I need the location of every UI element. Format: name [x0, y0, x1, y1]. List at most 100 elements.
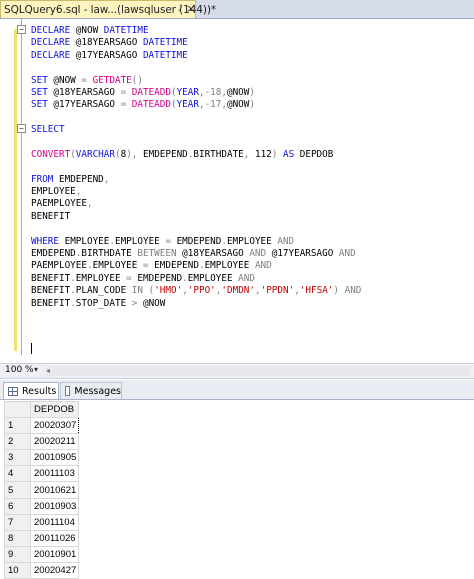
results-grid[interactable]: DEPDOB 1 20020307 2 20020211 3 20010905 4 20011…: [4, 400, 79, 579]
code-token: WHERE: [31, 235, 65, 247]
code-line[interactable]: EMDEPEND.BIRTHDATE BETWEEN @18YEARSAGO A…: [31, 248, 361, 260]
results-tab-strip: Results Messages: [0, 380, 474, 400]
zoom-level[interactable]: 100 %: [5, 365, 34, 375]
table-row[interactable]: 9 20010901: [4, 545, 79, 563]
code-line[interactable]: WHERE EMPLOYEE.EMPLOYEE = EMDEPEND.EMPLO…: [31, 236, 361, 248]
collapse-toggle-icon[interactable]: −: [17, 124, 26, 133]
code-line[interactable]: BENEFIT.EMPLOYEE = EMDEPEND.EMPLOYEE AND: [31, 273, 361, 285]
code-token: SET: [31, 99, 54, 111]
row-number[interactable]: 10: [4, 561, 31, 579]
row-number[interactable]: 2: [4, 433, 31, 451]
code-line[interactable]: SELECT: [31, 124, 361, 136]
tab-messages[interactable]: Messages: [60, 382, 122, 399]
code-line[interactable]: DECLARE @17YEARSAGO DATETIME: [31, 50, 361, 62]
cell-depdob[interactable]: 20010905: [30, 449, 79, 467]
pin-icon[interactable]: ⭜: [175, 3, 185, 15]
zoom-dropdown-icon[interactable]: ▾: [34, 365, 38, 374]
zoom-bar: 100 % ▾ ◂: [0, 363, 474, 379]
table-row[interactable]: 10 20020427: [4, 561, 79, 579]
code-line[interactable]: PAEMPLOYEE,: [31, 198, 361, 210]
cell-depdob[interactable]: 20011026: [30, 529, 79, 547]
code-line[interactable]: ​: [31, 62, 361, 74]
code-token: EMDEPEND: [176, 235, 222, 247]
cell-depdob[interactable]: 20020211: [30, 433, 79, 451]
query-editor[interactable]: − − DECLARE @NOW DATETIME DECLARE @18YEAR…: [0, 19, 474, 363]
code-token: EMPLOYEE: [226, 235, 278, 247]
row-number[interactable]: 7: [4, 513, 31, 531]
sql-code[interactable]: DECLARE @NOW DATETIME DECLARE @18YEARSAGO…: [31, 25, 361, 310]
code-line[interactable]: ​: [31, 161, 361, 173]
code-token: =: [81, 74, 93, 86]
code-line[interactable]: ​: [31, 137, 361, 149]
table-row[interactable]: 5 20010621: [4, 481, 79, 499]
change-tracking-bar: [14, 29, 17, 351]
code-line[interactable]: EMPLOYEE,: [31, 186, 361, 198]
code-token: @17YEARSAGO: [53, 99, 121, 111]
cell-depdob[interactable]: 20020427: [30, 561, 79, 579]
close-tab-icon[interactable]: ×: [186, 2, 196, 16]
code-line[interactable]: BENEFIT.PLAN_CODE IN ('HMO','PPO','DMDN'…: [31, 285, 361, 297]
row-number[interactable]: 1: [4, 417, 31, 435]
code-token: ,: [75, 186, 82, 198]
row-number[interactable]: 9: [4, 545, 31, 563]
results-table: DEPDOB 1 20020307 2 20020211 3 20010905 4 20011…: [4, 400, 79, 579]
row-number[interactable]: 6: [4, 497, 31, 515]
code-token: ,: [243, 148, 255, 160]
code-token: EMPLOYEE: [64, 235, 110, 247]
table-row[interactable]: 4 20011103: [4, 465, 79, 483]
tab-messages-label: Messages: [74, 385, 121, 397]
code-token: ): [249, 99, 255, 111]
code-token: @18YEARSAGO: [182, 248, 250, 260]
cell-depdob[interactable]: 20020307: [30, 417, 79, 435]
table-row[interactable]: 1 20020307: [4, 417, 79, 435]
cell-depdob[interactable]: 20010621: [30, 481, 79, 499]
code-line[interactable]: BENEFIT: [31, 211, 361, 223]
text-caret: [31, 343, 32, 354]
table-row[interactable]: 2 20020211: [4, 433, 79, 451]
code-token: @NOW: [226, 99, 250, 111]
cell-depdob[interactable]: 20010903: [30, 497, 79, 515]
code-line[interactable]: SET @17YEARSAGO = DATEADD(YEAR,-17,@NOW): [31, 99, 361, 111]
code-token: @17YEARSAGO: [271, 248, 339, 260]
row-number[interactable]: 8: [4, 529, 31, 547]
grid-corner-cell[interactable]: [4, 400, 31, 419]
code-token: PLAN_CODE: [75, 285, 132, 297]
row-number[interactable]: 4: [4, 465, 31, 483]
query-tab[interactable]: SQLQuery6.sql - law...(lawsqluser (144))…: [0, 0, 216, 18]
code-token: =: [142, 260, 155, 272]
tab-results[interactable]: Results: [3, 382, 59, 399]
code-token: EMPLOYEE: [187, 272, 239, 284]
cell-depdob[interactable]: 20010901: [30, 545, 79, 563]
table-row[interactable]: 8 20011026: [4, 529, 79, 547]
code-line[interactable]: BENEFIT.STOP_DATE > @NOW: [31, 298, 361, 310]
code-line[interactable]: ​: [31, 223, 361, 235]
code-line[interactable]: PAEMPLOYEE.EMPLOYEE = EMDEPEND.EMPLOYEE …: [31, 260, 361, 272]
table-row[interactable]: 6 20010903: [4, 497, 79, 515]
horizontal-scrollbar[interactable]: [46, 366, 470, 376]
scroll-left-icon[interactable]: ◂: [46, 366, 50, 375]
code-token: EMPLOYEE: [31, 186, 76, 198]
code-token: GETDATE: [92, 74, 132, 86]
code-token: 'DMDN': [221, 285, 255, 297]
code-line[interactable]: SET @18YEARSAGO = DATEADD(YEAR,-18,@NOW): [31, 87, 361, 99]
table-row[interactable]: 3 20010905: [4, 449, 79, 467]
grid-body: 1 20020307 2 20020211 3 20010905 4 20011103 5 200…: [4, 417, 79, 579]
code-line[interactable]: ​: [31, 112, 361, 124]
code-line[interactable]: DECLARE @18YEARSAGO DATETIME: [31, 37, 361, 49]
code-line[interactable]: DECLARE @NOW DATETIME: [31, 25, 361, 37]
code-line[interactable]: SET @NOW = GETDATE(): [31, 75, 361, 87]
code-line[interactable]: CONVERT(VARCHAR(8), EMDEPEND.BIRTHDATE, …: [31, 149, 361, 161]
code-token: 'HMO': [154, 285, 183, 297]
code-line[interactable]: FROM EMDEPEND,: [31, 174, 361, 186]
code-token: ): [271, 148, 283, 160]
code-token: EMDEPEND: [143, 148, 188, 160]
cell-depdob[interactable]: 20011104: [30, 513, 79, 531]
table-row[interactable]: 7 20011104: [4, 513, 79, 531]
cell-depdob[interactable]: 20011103: [30, 465, 79, 483]
row-number[interactable]: 3: [4, 449, 31, 467]
row-number[interactable]: 5: [4, 481, 31, 499]
code-token: @NOW: [226, 86, 250, 98]
collapse-toggle-icon[interactable]: −: [17, 25, 26, 34]
code-token: VARCHAR: [75, 148, 115, 160]
column-header-depdob[interactable]: DEPDOB: [30, 400, 79, 419]
